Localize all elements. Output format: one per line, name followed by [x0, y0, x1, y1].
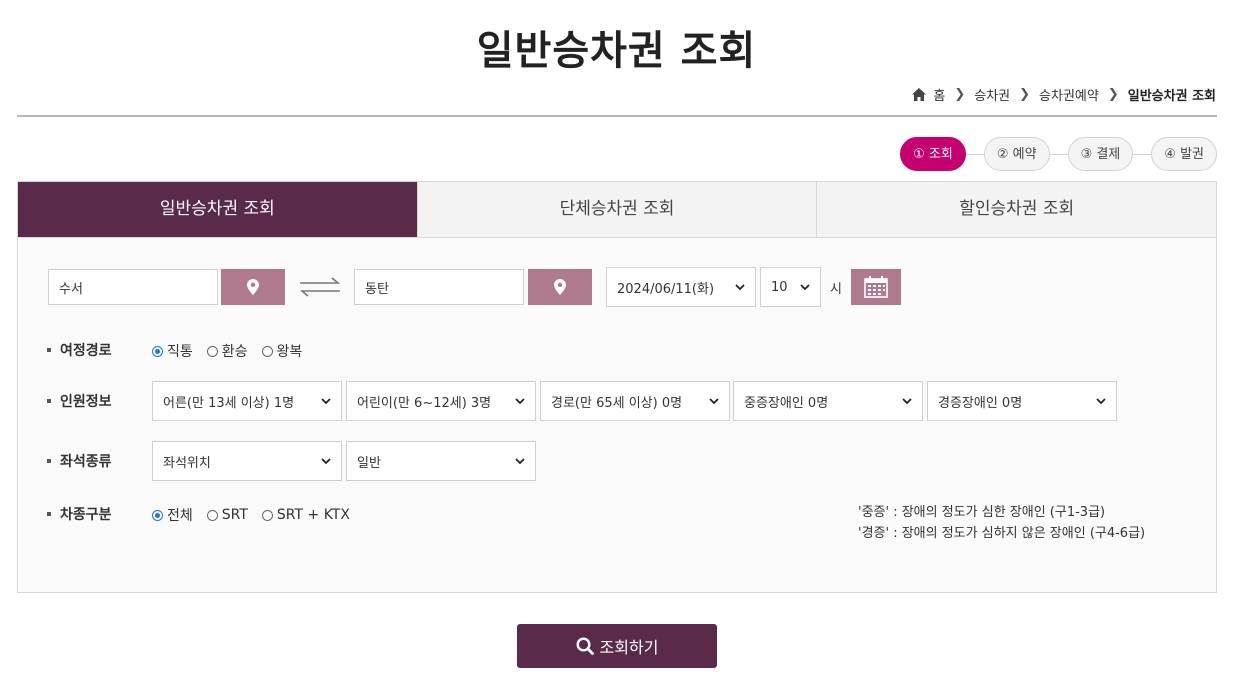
step-reserve: ② 예약	[983, 137, 1050, 171]
seat-class-value: 일반	[357, 455, 381, 471]
step-connector	[1133, 153, 1152, 155]
step-connector	[965, 153, 984, 155]
departure-map-button[interactable]	[221, 269, 285, 305]
senior-count-select[interactable]: 경로(만 65세 이상) 0명	[540, 381, 730, 421]
departure-station-input[interactable]	[48, 269, 218, 305]
bullet	[47, 512, 51, 516]
step-indicator: ① 조회 ② 예약 ③ 결제 ④ 발권	[900, 137, 1217, 171]
hour-unit-label: 시	[830, 282, 842, 297]
chevron-down-icon	[321, 398, 331, 405]
chevron-down-icon	[1096, 398, 1106, 405]
train-type-srt-ktx-radio[interactable]: SRT + KTX	[261, 507, 350, 523]
radio-checked[interactable]	[152, 509, 163, 521]
tab-group-ticket[interactable]: 단체승차권 조회	[417, 182, 818, 237]
child-count-select[interactable]: 어린이(만 6~12세) 3명	[346, 381, 536, 421]
radio-checked[interactable]	[152, 345, 163, 357]
passenger-info-label: 인원정보	[47, 391, 112, 411]
trip-route-direct-radio[interactable]: 직통	[152, 341, 193, 361]
train-type-radio-group: 전체 SRT SRT + KTX	[152, 505, 364, 525]
trip-route-label: 여정경로	[47, 340, 112, 360]
page-title: 일반승차권 조회	[476, 28, 757, 74]
search-button-label: 조회하기	[599, 638, 659, 657]
chevron-down-icon	[902, 398, 912, 405]
map-pin-icon	[247, 279, 259, 295]
tab-general-ticket[interactable]: 일반승차권 조회	[18, 182, 418, 237]
trip-route-label-text: 여정경로	[60, 343, 112, 359]
note-severe: '중증' : 장애의 정도가 심한 장애인 (구1-3급)	[858, 505, 1106, 520]
trip-route-transfer-radio[interactable]: 환승	[206, 341, 248, 361]
breadcrumb-item-ticket[interactable]: 승차권	[974, 85, 1010, 104]
map-pin-icon	[554, 279, 566, 295]
train-type-srt-ktx-label: SRT + KTX	[276, 507, 350, 523]
breadcrumb-home[interactable]: 홈	[933, 85, 945, 104]
passenger-info-label-text: 인원정보	[60, 394, 112, 410]
train-type-all-radio[interactable]: 전체	[152, 505, 193, 525]
seat-type-label: 좌석종류	[47, 451, 112, 471]
trip-route-transfer-label: 환승	[221, 344, 248, 360]
train-type-srt-radio[interactable]: SRT	[206, 507, 248, 523]
calendar-button[interactable]	[851, 269, 901, 305]
senior-count-value: 경로(만 65세 이상) 0명	[551, 395, 683, 411]
title-divider	[17, 115, 1217, 117]
seat-class-select[interactable]: 일반	[346, 441, 536, 481]
train-type-srt-label: SRT	[221, 507, 248, 523]
trip-route-radio-group: 직통 환승 왕복	[152, 341, 316, 361]
adult-count-value: 어른(만 13세 이상) 1명	[163, 395, 295, 411]
step-connector	[1049, 153, 1068, 155]
radio-unchecked[interactable]	[261, 345, 273, 357]
trip-route-roundtrip-radio[interactable]: 왕복	[261, 341, 303, 361]
bullet	[47, 399, 51, 403]
bullet	[47, 459, 51, 463]
bullet	[47, 348, 51, 352]
search-button[interactable]: 조회하기	[517, 624, 717, 668]
breadcrumb: 홈 ❯ 승차권 ❯ 승차권예약 ❯ 일반승차권 조회	[912, 85, 1216, 104]
seat-type-label-text: 좌석종류	[60, 454, 112, 470]
tab-bar: 일반승차권 조회 단체승차권 조회 할인승차권 조회	[18, 182, 1217, 238]
home-icon[interactable]	[912, 88, 927, 101]
note-mild: '경증' : 장애의 정도가 심하지 않은 장애인 (구4-6급)	[858, 526, 1146, 541]
seat-position-value: 좌석위치	[163, 455, 211, 471]
date-select[interactable]: 2024/06/11(화)	[606, 267, 756, 307]
chevron-right-icon: ❯	[954, 87, 966, 102]
chevron-right-icon: ❯	[1019, 87, 1031, 102]
radio-unchecked[interactable]	[206, 509, 218, 521]
breadcrumb-current: 일반승차권 조회	[1127, 89, 1216, 104]
chevron-down-icon	[735, 284, 745, 291]
seat-position-select[interactable]: 좌석위치	[152, 441, 342, 481]
breadcrumb-item-reservation[interactable]: 승차권예약	[1039, 85, 1099, 104]
search-panel: 일반승차권 조회 단체승차권 조회 할인승차권 조회 2024/06/11(화)…	[17, 181, 1217, 593]
date-value: 2024/06/11(화)	[617, 281, 715, 297]
train-type-label: 차종구분	[47, 504, 112, 524]
calendar-icon	[864, 276, 888, 298]
train-type-all-label: 전체	[167, 508, 193, 524]
chevron-down-icon	[800, 284, 810, 291]
chevron-down-icon	[515, 398, 525, 405]
train-type-label-text: 차종구분	[60, 507, 112, 523]
chevron-down-icon	[515, 458, 525, 465]
severe-disabled-count-value: 중증장애인 0명	[744, 395, 829, 411]
child-count-value: 어린이(만 6~12세) 3명	[357, 395, 492, 411]
swap-stations-icon[interactable]	[298, 276, 342, 298]
hour-value: 10	[771, 279, 788, 295]
disability-note: '중증' : 장애의 정도가 심한 장애인 (구1-3급) '경증' : 장애의…	[858, 502, 1145, 544]
trip-route-roundtrip-label: 왕복	[276, 344, 303, 360]
mild-disabled-count-select[interactable]: 경증장애인 0명	[927, 381, 1117, 421]
arrival-map-button[interactable]	[528, 269, 592, 305]
tab-discount-ticket[interactable]: 할인승차권 조회	[817, 182, 1217, 237]
trip-route-direct-label: 직통	[167, 344, 193, 360]
step-issue: ④ 발권	[1151, 137, 1217, 171]
radio-unchecked[interactable]	[261, 509, 273, 521]
chevron-down-icon	[321, 458, 331, 465]
adult-count-select[interactable]: 어른(만 13세 이상) 1명	[152, 381, 342, 421]
mild-disabled-count-value: 경증장애인 0명	[938, 395, 1023, 411]
chevron-down-icon	[709, 398, 719, 405]
step-payment: ③ 결제	[1067, 137, 1134, 171]
severe-disabled-count-select[interactable]: 중증장애인 0명	[733, 381, 923, 421]
hour-select[interactable]: 10	[760, 267, 821, 307]
step-search: ① 조회	[900, 137, 966, 171]
radio-unchecked[interactable]	[206, 345, 218, 357]
search-icon	[576, 637, 594, 655]
arrival-station-input[interactable]	[354, 269, 524, 305]
chevron-right-icon: ❯	[1107, 87, 1119, 102]
